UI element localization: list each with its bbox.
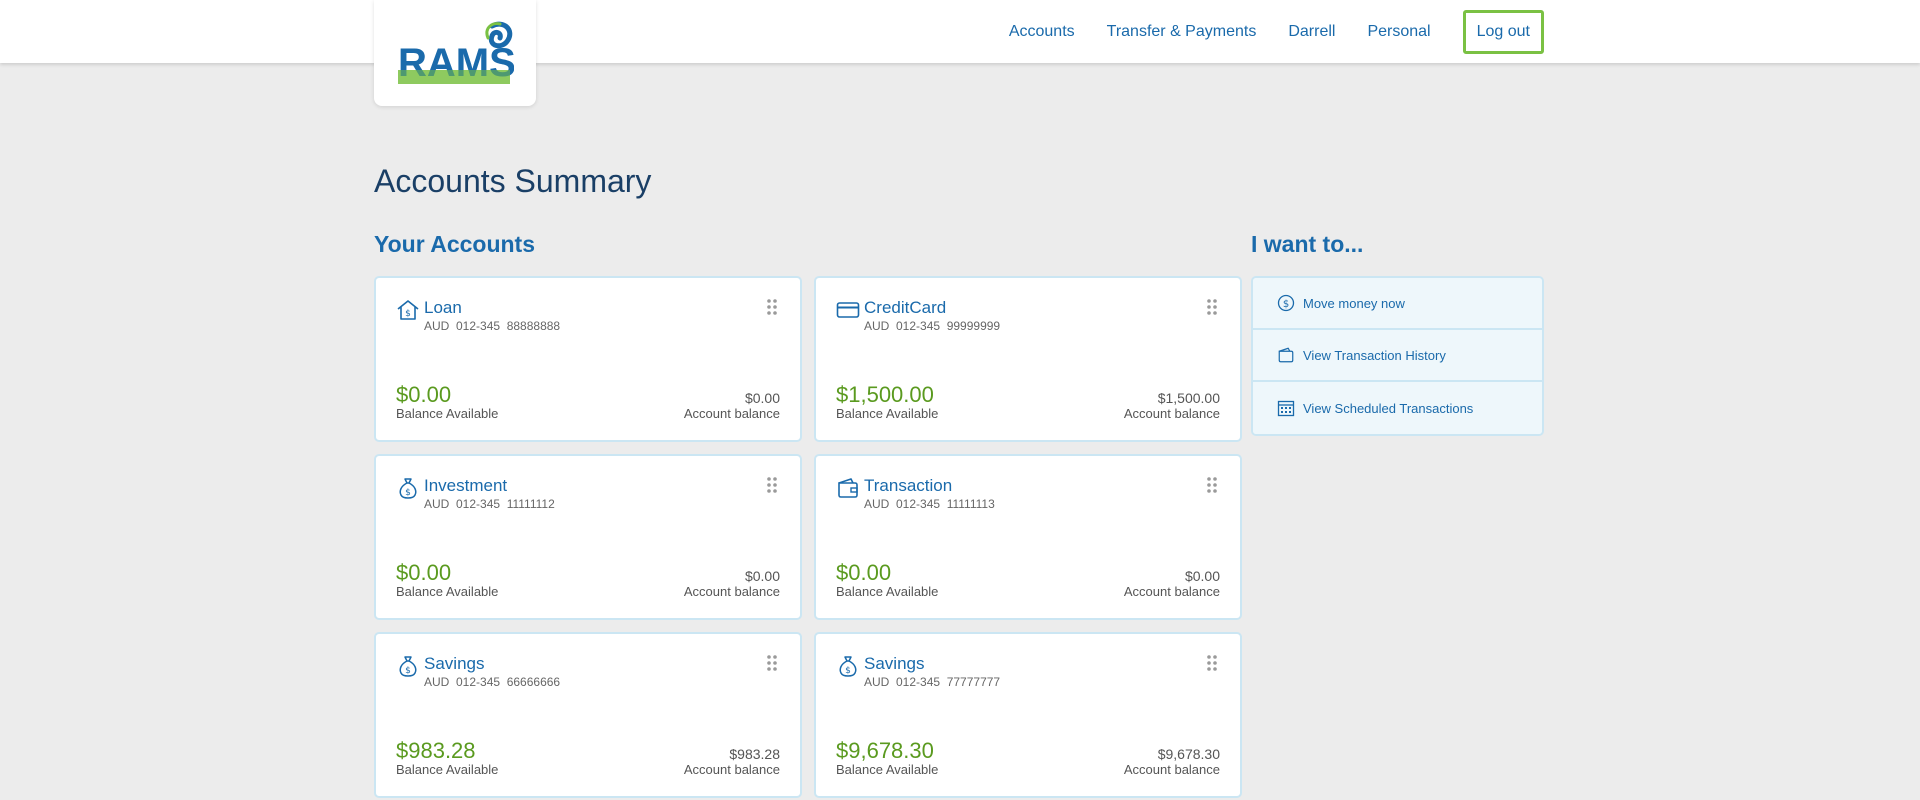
house-dollar-icon: $ — [397, 300, 419, 320]
account-balance-value: $0.00 — [744, 390, 780, 406]
balance-available-value: $0.00 — [396, 560, 452, 585]
rams-logo-image: RAMS RAMS — [398, 21, 514, 85]
credit-card-icon — [836, 302, 860, 318]
account-balance-label: Account balance — [1123, 584, 1220, 599]
i-want-to-heading: I want to... — [1251, 231, 1364, 257]
account-number: AUD 012-345 88888888 — [424, 319, 561, 333]
svg-text:$: $ — [845, 666, 851, 676]
account-number: AUD 012-345 66666666 — [424, 675, 561, 689]
main-nav: Accounts Transfer & Payments Darrell Per… — [977, 10, 1544, 54]
balance-available-value: $0.00 — [836, 560, 892, 585]
balance-available-value: $983.28 — [396, 738, 476, 763]
nav-accounts[interactable]: Accounts — [1009, 23, 1075, 41]
view-transaction-history-link[interactable]: View Transaction History — [1253, 330, 1542, 382]
money-bag-icon: $ — [399, 478, 417, 499]
svg-text:$: $ — [1283, 299, 1289, 310]
money-bag-icon: $ — [399, 656, 417, 677]
page-title: Accounts Summary — [374, 163, 652, 199]
account-card-investment[interactable]: $ Investment AUD 012-345 11111112 $0.00 … — [374, 454, 802, 620]
money-bag-icon: $ — [839, 656, 857, 677]
account-balance-value: $9,678.30 — [1157, 746, 1220, 762]
account-name[interactable]: Loan — [424, 298, 462, 318]
balance-available-value: $1,500.00 — [836, 382, 934, 407]
action-label: View Scheduled Transactions — [1303, 400, 1474, 416]
view-scheduled-transactions-link[interactable]: View Scheduled Transactions — [1253, 382, 1542, 434]
drag-handle-icon[interactable] — [1206, 298, 1218, 316]
account-balance-value: $983.28 — [729, 746, 780, 762]
drag-handle-icon[interactable] — [1206, 476, 1218, 494]
quick-actions-panel: $ Move money now View Transaction Histor… — [1251, 276, 1544, 436]
your-accounts-heading: Your Accounts — [374, 231, 536, 257]
wallet-icon — [1278, 347, 1294, 363]
account-card-savings[interactable]: $ Savings AUD 012-345 66666666 $983.28 B… — [374, 632, 802, 798]
account-balance-label: Account balance — [683, 762, 780, 777]
drag-handle-icon[interactable] — [766, 654, 778, 672]
balance-available-value: $9,678.30 — [836, 738, 934, 763]
account-balance-value: $1,500.00 — [1157, 390, 1220, 406]
account-name[interactable]: Savings — [424, 654, 484, 674]
balance-available-label: Balance Available — [836, 406, 939, 421]
svg-text:RAMS: RAMS — [398, 41, 514, 85]
account-balance-label: Account balance — [683, 406, 780, 421]
account-name[interactable]: CreditCard — [864, 298, 946, 318]
action-label: Move money now — [1303, 295, 1405, 311]
balance-available-value: $0.00 — [396, 382, 452, 407]
account-name[interactable]: Savings — [864, 654, 924, 674]
svg-text:$: $ — [405, 488, 411, 498]
account-balance-value: $0.00 — [1184, 568, 1220, 584]
action-label: View Transaction History — [1303, 347, 1446, 363]
account-number: AUD 012-345 99999999 — [864, 319, 1001, 333]
nav-transfer-payments[interactable]: Transfer & Payments — [1107, 23, 1257, 41]
balance-available-label: Balance Available — [396, 584, 499, 599]
move-money-now-link[interactable]: $ Move money now — [1253, 278, 1542, 330]
account-balance-label: Account balance — [1123, 406, 1220, 421]
drag-handle-icon[interactable] — [1206, 654, 1218, 672]
dollar-circle-icon: $ — [1277, 294, 1295, 312]
logout-button[interactable]: Log out — [1462, 10, 1544, 54]
account-card-savings[interactable]: $ Savings AUD 012-345 77777777 $9,678.30… — [814, 632, 1242, 798]
balance-available-label: Balance Available — [396, 762, 499, 777]
nav-user-darrell[interactable]: Darrell — [1288, 23, 1335, 41]
account-number: AUD 012-345 11111113 — [864, 497, 995, 511]
balance-available-label: Balance Available — [836, 762, 939, 777]
account-number: AUD 012-345 77777777 — [864, 675, 1001, 689]
account-name[interactable]: Transaction — [864, 476, 952, 496]
account-card-loan[interactable]: $ Loan AUD 012-345 88888888 $0.00 Balanc… — [374, 276, 802, 442]
account-balance-label: Account balance — [1123, 762, 1220, 777]
drag-handle-icon[interactable] — [766, 476, 778, 494]
account-name[interactable]: Investment — [424, 476, 507, 496]
balance-available-label: Balance Available — [396, 406, 499, 421]
balance-available-label: Balance Available — [836, 584, 939, 599]
rams-logo[interactable]: RAMS RAMS — [374, 0, 536, 106]
top-navigation-bar — [0, 0, 1920, 63]
account-number: AUD 012-345 11111112 — [424, 497, 555, 511]
calendar-icon — [1277, 400, 1295, 417]
account-card-creditcard[interactable]: CreditCard AUD 012-345 99999999 $1,500.0… — [814, 276, 1242, 442]
account-balance-value: $0.00 — [744, 568, 780, 584]
account-balance-label: Account balance — [683, 584, 780, 599]
account-card-transaction[interactable]: Transaction AUD 012-345 11111113 $0.00 B… — [814, 454, 1242, 620]
drag-handle-icon[interactable] — [766, 298, 778, 316]
accounts-grid: $ Loan AUD 012-345 88888888 $0.00 Balanc… — [374, 276, 1242, 798]
wallet-icon — [838, 478, 858, 498]
svg-text:$: $ — [405, 666, 411, 676]
nav-personal[interactable]: Personal — [1367, 23, 1430, 41]
svg-text:$: $ — [405, 309, 411, 319]
